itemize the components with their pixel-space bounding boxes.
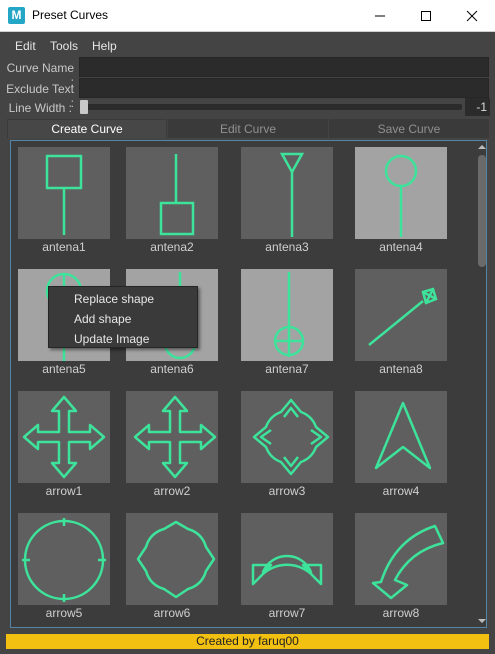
- line-width-value[interactable]: -1: [465, 98, 490, 116]
- tab-save-curve[interactable]: Save Curve: [329, 119, 489, 138]
- curve-item-label: antena8: [379, 362, 423, 376]
- exclude-text-input[interactable]: [79, 78, 489, 98]
- maximize-icon: [421, 11, 431, 21]
- context-menu: Replace shape Add shape Update Image: [48, 286, 198, 348]
- arrow1-shape-icon: [18, 391, 110, 483]
- curve-item-label: antena7: [265, 362, 309, 376]
- scroll-down-icon[interactable]: [477, 615, 486, 627]
- curve-item-label: arrow3: [268, 484, 306, 498]
- curve-item-label: arrow5: [45, 606, 83, 620]
- scrollbar-thumb[interactable]: [478, 155, 486, 267]
- curve-item-label: arrow2: [153, 484, 191, 498]
- tab-create-curve[interactable]: Create Curve: [7, 119, 167, 138]
- menu-edit[interactable]: Edit: [15, 39, 36, 53]
- line-width-slider-track[interactable]: [80, 104, 462, 110]
- arrow4-shape-icon: [355, 391, 447, 483]
- curve-item-label: antena6: [150, 362, 194, 376]
- curve-item-label: antena3: [265, 240, 309, 254]
- curve-item-label: antena1: [42, 240, 86, 254]
- curve-name-input[interactable]: [79, 57, 489, 77]
- minimize-button[interactable]: [357, 0, 403, 32]
- minimize-icon: [375, 15, 385, 17]
- footer-credit: Created by faruq00: [6, 634, 489, 649]
- arrow5-shape-icon: [18, 513, 110, 605]
- curve-item-label: arrow8: [382, 606, 420, 620]
- window-title: Preset Curves: [32, 8, 109, 22]
- context-menu-replace-shape[interactable]: Replace shape: [74, 292, 154, 306]
- curve-item-label: arrow1: [45, 484, 83, 498]
- curve-item-label: antena2: [150, 240, 194, 254]
- antena4-shape-icon: [355, 147, 447, 239]
- close-button[interactable]: [449, 0, 495, 32]
- menu-tools[interactable]: Tools: [50, 39, 78, 53]
- scroll-up-icon[interactable]: [477, 141, 486, 153]
- maya-app-icon: M: [8, 7, 25, 24]
- menu-bar: Edit Tools Help: [0, 33, 495, 57]
- close-icon: [466, 10, 478, 22]
- arrow3-shape-icon: [241, 391, 333, 483]
- antena7-shape-icon: [241, 269, 333, 361]
- context-menu-update-image[interactable]: Update Image: [74, 332, 149, 346]
- curve-item-label: antena4: [379, 240, 423, 254]
- line-width-slider-handle[interactable]: [80, 100, 88, 114]
- title-bar: M Preset Curves: [0, 0, 495, 32]
- antena1-shape-icon: [18, 147, 110, 239]
- maximize-button[interactable]: [403, 0, 449, 32]
- menu-help[interactable]: Help: [92, 39, 117, 53]
- antena8-shape-icon: [355, 269, 447, 361]
- curve-item-label: arrow7: [268, 606, 306, 620]
- curve-item-label: arrow6: [153, 606, 191, 620]
- line-width-label: Line Width :: [8, 101, 72, 115]
- curve-grid-panel: antena1 antena2 antena3 antena4 antena5 …: [10, 140, 487, 628]
- arrow6-shape-icon: [126, 513, 218, 605]
- context-menu-add-shape[interactable]: Add shape: [74, 312, 131, 326]
- grid-scrollbar[interactable]: [477, 141, 486, 627]
- curve-item-label: arrow4: [382, 484, 420, 498]
- arrow2-shape-icon: [126, 391, 218, 483]
- arrow7-shape-icon: [241, 513, 333, 605]
- antena2-shape-icon: [126, 147, 218, 239]
- antena3-shape-icon: [241, 147, 333, 239]
- curve-item-label: antena5: [42, 362, 86, 376]
- tab-edit-curve[interactable]: Edit Curve: [168, 119, 328, 138]
- arrow8-shape-icon: [355, 513, 447, 605]
